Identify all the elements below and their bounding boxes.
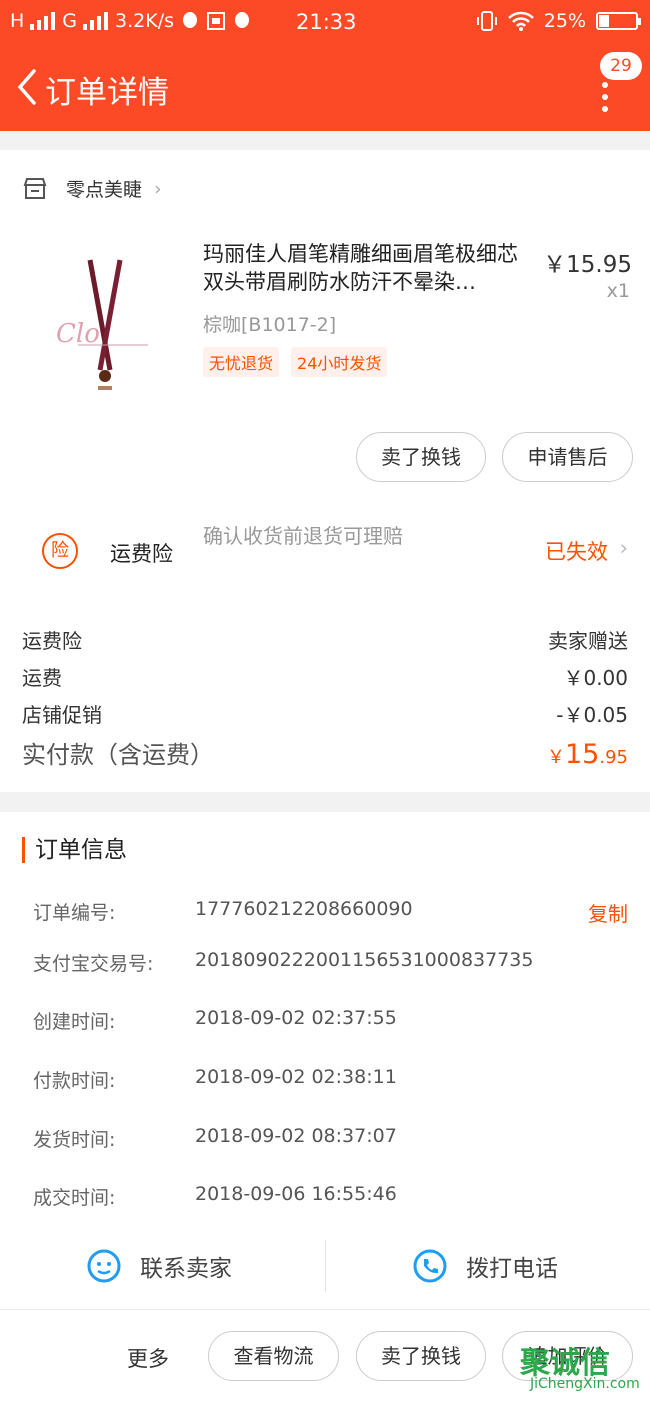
more-button[interactable]: 更多 [127, 1343, 169, 1373]
copy-button[interactable]: 复制 [588, 898, 628, 927]
fee-row-promo: 店铺促销 -￥0.05 [22, 699, 628, 728]
payment-label: 实付款（含运费） [22, 741, 214, 769]
fee-label: 运费险 [22, 629, 82, 653]
info-value: 2018-09-02 02:38:11 [195, 1066, 397, 1088]
info-label: 发货时间: [33, 1129, 116, 1151]
sell-button-bottom[interactable]: 卖了换钱 [356, 1331, 486, 1381]
wifi-icon [507, 11, 534, 31]
after-sale-button[interactable]: 申请售后 [502, 432, 633, 482]
fee-value: -￥0.05 [556, 703, 628, 727]
fee-value: 卖家赠送 [548, 629, 628, 653]
fee-row-shipping: 运费 ￥0.00 [22, 662, 628, 691]
payment-amount-dec: .95 [599, 747, 628, 768]
product-price: ￥15.95 [543, 252, 632, 278]
insurance-status[interactable]: 已失效 [545, 536, 608, 566]
info-value: 2018-09-02 02:37:55 [195, 1007, 397, 1029]
chat-icon [87, 1249, 121, 1283]
more-menu-icon[interactable] [598, 82, 612, 122]
network-g-label: G [62, 10, 78, 32]
battery-icon [596, 12, 641, 30]
contact-seller-label: 联系卖家 [140, 1256, 232, 1282]
payment-amount-int: 15 [565, 739, 600, 770]
page-title: 订单详情 [45, 75, 169, 111]
info-value: 2018-09-06 16:55:46 [195, 1183, 397, 1205]
view-logistics-button[interactable]: 查看物流 [208, 1331, 339, 1381]
screenshot-icon [207, 12, 226, 30]
payment-total-row: 实付款（含运费） ￥15.95 [22, 735, 628, 770]
fee-label: 运费 [22, 666, 62, 690]
fee-value: ￥0.00 [563, 666, 628, 690]
product-tags: 无忧退货 24小时发货 [203, 347, 388, 377]
info-label: 创建时间: [33, 1011, 116, 1033]
message-count-badge: 29 [600, 52, 642, 80]
product-thumbnail[interactable]: Clo [48, 250, 158, 400]
network-speed: 3.2K/s [115, 10, 175, 32]
back-icon[interactable] [12, 67, 42, 107]
divider [325, 1240, 326, 1292]
sell-button[interactable]: 卖了换钱 [356, 432, 486, 482]
chevron-right-icon[interactable]: › [620, 536, 628, 560]
chevron-right-icon: › [154, 177, 162, 200]
info-value: 2018090222001156531000837735 [195, 949, 534, 971]
shop-icon [23, 177, 47, 199]
info-value: 177760212208660090 [195, 898, 413, 920]
product-sku: 棕咖[B1017-2] [203, 314, 337, 336]
battery-percent: 25% [543, 10, 586, 32]
payment-amount: ￥15.95 [547, 739, 628, 770]
call-button[interactable]: 拨打电话 [412, 1240, 558, 1292]
product-title[interactable]: 玛丽佳人眉笔精雕细画眉笔极细芯双头带眉刷防水防汗不晕染… [203, 240, 538, 296]
payment-currency: ￥ [547, 747, 565, 768]
qq-icon-2 [235, 12, 250, 28]
order-card: 零点美睫 › Clo 玛丽佳人眉笔精雕细画眉笔极细芯双头带眉刷防水防汗不晕染… … [0, 150, 650, 792]
nav-header: 订单详情 29 [0, 45, 650, 131]
info-label: 支付宝交易号: [33, 953, 154, 975]
vibrate-icon [476, 11, 497, 31]
signal-icon [30, 12, 56, 30]
info-label: 订单编号: [33, 902, 116, 924]
product-quantity: x1 [606, 280, 630, 302]
tag-free-return: 无忧退货 [203, 347, 280, 377]
info-label: 成交时间: [33, 1187, 116, 1209]
insurance-icon: 险 [42, 533, 78, 569]
network-h-label: H [10, 10, 25, 32]
divider [0, 1309, 650, 1310]
status-bar: H G 3.2K/s 21:33 25% [0, 0, 650, 45]
info-value: 2018-09-02 08:37:07 [195, 1125, 397, 1147]
status-right: 25% [476, 10, 641, 32]
insurance-label: 运费险 [110, 542, 173, 566]
call-label: 拨打电话 [466, 1256, 558, 1282]
info-label: 付款时间: [33, 1070, 116, 1092]
fee-row-insurance: 运费险 卖家赠送 [22, 625, 628, 654]
status-left: H G 3.2K/s [10, 10, 252, 32]
insurance-desc: 确认收货前退货可理赔 [203, 524, 403, 548]
order-info-title: 订单信息 [22, 837, 127, 863]
phone-icon [413, 1249, 447, 1283]
fee-label: 店铺促销 [22, 703, 102, 727]
watermark-logo: 聚诚信 JiChengXin.com [520, 1338, 650, 1401]
signal-icon-2 [83, 12, 109, 30]
tag-24h-ship: 24小时发货 [291, 347, 388, 377]
contact-seller-button[interactable]: 联系卖家 [86, 1240, 232, 1292]
watermark-sub: JiChengXin.com [530, 1376, 640, 1392]
qq-icon [183, 12, 198, 28]
status-time: 21:33 [296, 10, 357, 34]
shop-name: 零点美睫 [66, 179, 143, 201]
shop-link[interactable]: 零点美睫 › [22, 175, 162, 202]
